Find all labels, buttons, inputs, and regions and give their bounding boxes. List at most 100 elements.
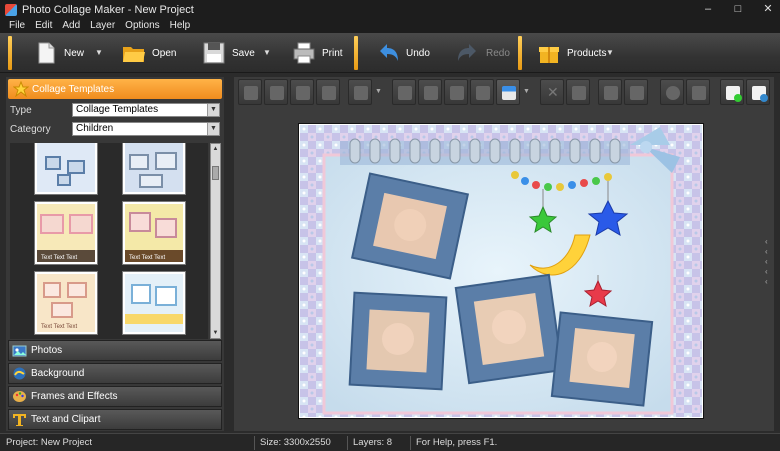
background-icon: [13, 367, 26, 380]
crop-button[interactable]: [566, 79, 590, 105]
align-button[interactable]: [348, 79, 372, 105]
category-select[interactable]: Children ▼: [72, 122, 220, 136]
print-label: Print: [322, 47, 343, 59]
status-divider: [254, 436, 255, 450]
collage-templates-header[interactable]: Collage Templates: [8, 79, 222, 99]
new-dropdown-arrow[interactable]: ▼: [95, 48, 103, 57]
rotate-left-button[interactable]: [392, 79, 416, 105]
add-page-button[interactable]: [720, 79, 744, 105]
collage-canvas[interactable]: [298, 123, 704, 419]
section-text-clipart[interactable]: Text and Clipart: [8, 409, 222, 430]
properties-button[interactable]: [660, 79, 684, 105]
template-thumbnail[interactable]: [122, 143, 186, 195]
template-thumbnail[interactable]: Text Text Text: [34, 271, 98, 335]
thumbnail-caption: Text Text Text: [129, 255, 166, 261]
menu-bar: File Edit Add Layer Options Help: [0, 19, 780, 33]
status-bar: Project: New Project Size: 3300x2550 Lay…: [0, 433, 780, 451]
panel-header-label: Collage Templates: [32, 83, 115, 95]
rotate-right-button[interactable]: [418, 79, 442, 105]
send-backward-button[interactable]: [290, 79, 314, 105]
menu-help[interactable]: Help: [165, 19, 196, 33]
category-select-value: Children: [76, 123, 114, 134]
print-button[interactable]: Print: [292, 37, 343, 69]
collage-preview[interactable]: [300, 125, 702, 417]
flip-vertical-button[interactable]: [470, 79, 494, 105]
effects-icon: [604, 86, 618, 100]
close-button[interactable]: ✕: [762, 3, 774, 15]
type-select[interactable]: Collage Templates ▼: [72, 103, 220, 117]
menu-options[interactable]: Options: [120, 19, 164, 33]
gear-icon: [666, 86, 680, 100]
section-frames-effects[interactable]: Frames and Effects: [8, 386, 222, 407]
page-settings-button[interactable]: [746, 79, 770, 105]
flip-horizontal-button[interactable]: [444, 79, 468, 105]
main-toolbar: New ▼ Open Save ▼ Print Undo Redo Produc…: [0, 33, 780, 73]
scroll-down-icon[interactable]: ▼: [211, 328, 220, 338]
rotate-left-icon: [398, 86, 412, 100]
status-help: For Help, press F1.: [416, 437, 498, 448]
template-thumbnail[interactable]: [34, 143, 98, 195]
title-bar: Photo Collage Maker - New Project – □ ✕: [0, 0, 780, 19]
redo-label: Redo: [486, 47, 510, 59]
status-project: Project: New Project: [6, 437, 93, 448]
redo-button[interactable]: Redo: [456, 37, 510, 69]
menu-layer[interactable]: Layer: [85, 19, 120, 33]
toolbar-separator: [354, 36, 358, 70]
save-dropdown-arrow[interactable]: ▼: [263, 48, 271, 57]
thumbnail-caption: Text Text Text: [41, 255, 78, 261]
undo-button[interactable]: Undo: [376, 37, 430, 69]
edit-image-button[interactable]: [624, 79, 648, 105]
minimize-button[interactable]: –: [702, 3, 714, 15]
layout-dropdown-arrow[interactable]: ▼: [523, 88, 530, 95]
menu-file[interactable]: File: [4, 19, 30, 33]
align-dropdown-arrow[interactable]: ▼: [375, 88, 382, 95]
app-icon: [5, 3, 17, 16]
effects-button[interactable]: [598, 79, 622, 105]
template-thumbnails: Text Text Text Text Text Text Text Text …: [10, 143, 208, 339]
section-background-label: Background: [31, 368, 85, 379]
chevron-down-icon[interactable]: ▼: [207, 123, 219, 135]
template-thumbnail[interactable]: Text Text Text: [34, 201, 98, 265]
lock-icon: [692, 86, 706, 100]
undo-arrow-icon: [380, 44, 398, 61]
menu-add[interactable]: Add: [57, 19, 85, 33]
open-button[interactable]: Open: [122, 37, 176, 69]
palette-icon: [13, 391, 26, 402]
thumbnails-scrollbar[interactable]: ▲ ▼: [210, 143, 221, 339]
delete-button[interactable]: ✕: [540, 79, 564, 105]
section-frames-label: Frames and Effects: [31, 391, 118, 402]
chevron-down-icon[interactable]: ▼: [207, 104, 219, 116]
new-label: New: [64, 47, 85, 59]
save-button[interactable]: Save: [202, 37, 255, 69]
bring-to-front-button[interactable]: [238, 79, 262, 105]
template-thumbnail[interactable]: Text Text Text: [122, 201, 186, 265]
send-backward-icon: [296, 86, 310, 100]
layout-button[interactable]: [496, 79, 520, 105]
open-label: Open: [152, 47, 177, 59]
toolbar-separator: [518, 36, 522, 70]
folder-icon: [123, 47, 145, 62]
thumbnail-caption: Text Text Text: [41, 324, 78, 330]
delete-icon: ✕: [547, 84, 559, 100]
products-button[interactable]: Products: [537, 37, 606, 69]
send-to-back-button[interactable]: [316, 79, 340, 105]
section-photos-label: Photos: [31, 345, 63, 356]
bring-forward-button[interactable]: [264, 79, 288, 105]
lock-button[interactable]: [686, 79, 710, 105]
flip-horizontal-icon: [450, 86, 464, 100]
new-button[interactable]: New: [34, 37, 84, 69]
save-label: Save: [232, 47, 255, 59]
scroll-up-icon[interactable]: ▲: [211, 144, 220, 154]
maximize-button[interactable]: □: [732, 3, 744, 15]
section-background[interactable]: Background: [8, 363, 222, 384]
scroll-thumb[interactable]: [212, 166, 219, 180]
template-thumbnail[interactable]: [122, 271, 186, 335]
products-dropdown-arrow[interactable]: ▼: [606, 48, 614, 57]
section-photos[interactable]: Photos: [8, 340, 222, 361]
category-label: Category: [10, 124, 51, 135]
photos-icon: [12, 345, 27, 357]
floppy-disk-icon: [203, 42, 225, 64]
menu-edit[interactable]: Edit: [30, 19, 57, 33]
side-panel-toggle[interactable]: ‹ ‹ ‹ ‹ ‹: [765, 237, 773, 287]
status-size: Size: 3300x2550: [260, 437, 331, 448]
